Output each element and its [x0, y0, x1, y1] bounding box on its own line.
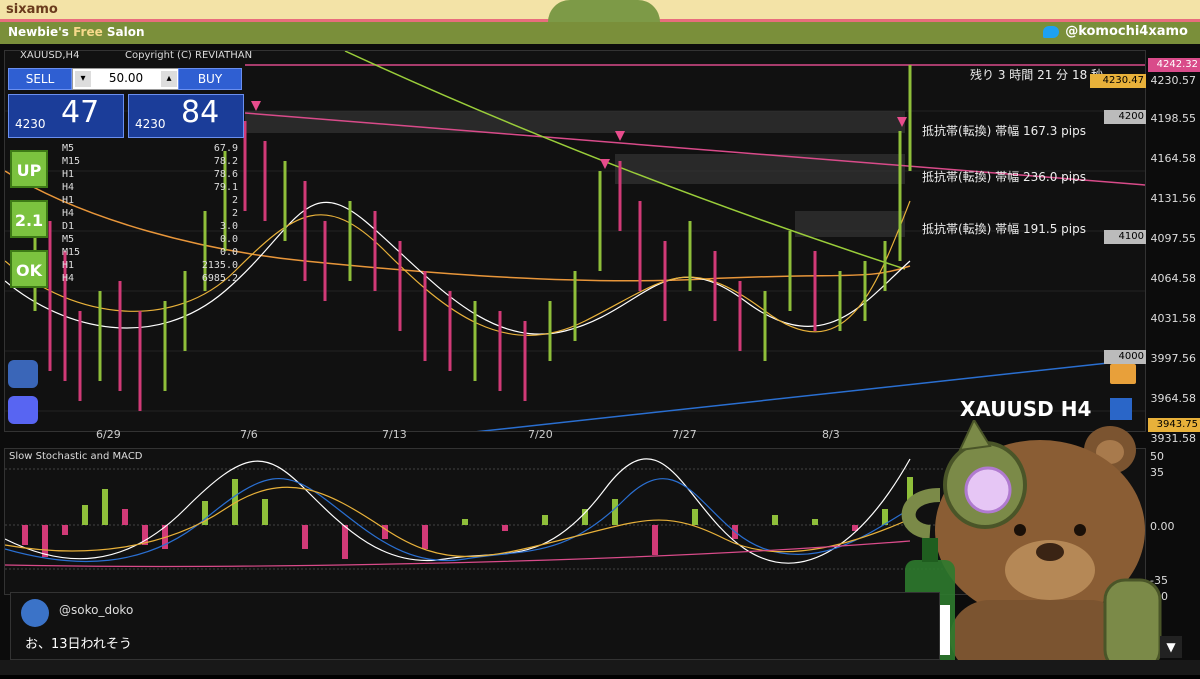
- lot-size-value: 50.00: [108, 71, 144, 85]
- camera-icon[interactable]: [8, 360, 38, 388]
- signal-badge-status: OK: [10, 250, 48, 288]
- time-label: 7/6: [240, 428, 258, 441]
- tf-row: H4 2: [62, 208, 238, 219]
- resistance-band-1: [245, 111, 905, 133]
- price-tag-high: 4242.32: [1148, 58, 1200, 72]
- tf-row: H4 79.1: [62, 182, 238, 193]
- time-label: 7/27: [672, 428, 697, 441]
- resistance-band-2: [615, 154, 905, 184]
- resistance-label-2: 抵抗帯(転換) 帯幅 236.0 pips: [922, 170, 1086, 184]
- lot-increase-button[interactable]: ▴: [161, 71, 177, 87]
- price-level: 4230.57: [1150, 74, 1197, 87]
- discord-icon[interactable]: [8, 396, 38, 424]
- save-icon[interactable]: [1110, 398, 1132, 420]
- sell-quote-pips: 47: [61, 95, 100, 130]
- price-level: 4164.58: [1150, 152, 1197, 165]
- oscillator-title: Slow Stochastic and MACD: [9, 451, 143, 462]
- frog-graphic: [548, 0, 660, 22]
- time-label: 6/29: [96, 428, 121, 441]
- macd-histogram: [22, 477, 913, 559]
- resistance-label-1: 抵抗帯(転換) 帯幅 167.3 pips: [922, 124, 1086, 138]
- price-level: 4031.58: [1150, 312, 1197, 325]
- resistance-band-3: [795, 211, 905, 237]
- price-tag-4100: 4100: [1104, 230, 1146, 244]
- tf-row: H4 6985.2: [62, 273, 238, 284]
- sell-quote[interactable]: 4230 47: [8, 94, 124, 138]
- tf-row: M5 0.0: [62, 234, 238, 245]
- symbol-watermark: XAUUSD H4: [960, 397, 1092, 421]
- buy-quote-prefix: 4230: [135, 117, 166, 131]
- price-level: 4064.58: [1150, 272, 1197, 285]
- price-tag-4000: 4000: [1104, 350, 1146, 364]
- twitter-handle: @komochi4xamo: [1065, 24, 1188, 39]
- subtitle-suffix: Salon: [102, 25, 145, 39]
- sell-button[interactable]: SELL: [8, 68, 72, 90]
- price-level: 4198.55: [1150, 112, 1197, 125]
- buy-button[interactable]: BUY: [178, 68, 242, 90]
- sub-banner: Newbie's Free Salon @komochi4xamo: [0, 22, 1200, 44]
- brand-name: sixamo: [6, 2, 58, 17]
- tf-row: M15 78.2: [62, 156, 238, 167]
- bear-mascot-svg: [901, 417, 1162, 675]
- price-level: 3997.56: [1150, 352, 1197, 365]
- twitter-handle-area: @komochi4xamo: [1043, 24, 1188, 39]
- signal-badge-trend: UP: [10, 150, 48, 188]
- price-tag-current: 4230.47: [1090, 74, 1146, 88]
- buy-quote[interactable]: 4230 84: [128, 94, 244, 138]
- tf-row: H1 2135.0: [62, 260, 238, 271]
- price-level: 4131.56: [1150, 192, 1197, 205]
- countdown-label: 残り 3 時間 21 分 18 秒: [970, 68, 1104, 82]
- time-label: 7/20: [528, 428, 553, 441]
- one-click-trade-panel: SELL ▾ 50.00 ▴ BUY 4230 47 4230 84: [6, 66, 244, 138]
- signal-badges: UP 2.1 OK: [10, 150, 48, 298]
- top-banner: sixamo: [0, 0, 1200, 22]
- price-axis: 4230.57 4198.55 4164.58 4131.56 4097.55 …: [1145, 50, 1200, 450]
- subtitle-highlight: Free: [73, 25, 103, 39]
- price-level: 4097.55: [1150, 232, 1197, 245]
- signal-badge-ratio: 2.1: [10, 200, 48, 238]
- tf-row: M5 67.9: [62, 143, 238, 154]
- lot-decrease-button[interactable]: ▾: [75, 71, 91, 87]
- time-label: 8/3: [822, 428, 840, 441]
- bear-mascot: [900, 417, 1200, 675]
- subtitle-prefix: Newbie's: [8, 25, 74, 39]
- tf-row: H1 2: [62, 195, 238, 206]
- price-level: 3964.58: [1150, 392, 1197, 405]
- chat-avatar: [21, 599, 49, 627]
- sell-quote-prefix: 4230: [15, 117, 46, 131]
- tf-row: D1 3.0: [62, 221, 238, 232]
- tf-row: M15 0.0: [62, 247, 238, 258]
- chevron-down-icon[interactable]: ▼: [1160, 636, 1182, 658]
- symbol-label: XAUUSD,H4: [20, 50, 80, 61]
- resistance-label-3: 抵抗帯(転換) 帯幅 191.5 pips: [922, 222, 1086, 236]
- buy-quote-pips: 84: [181, 95, 220, 130]
- stoch-white: [4, 458, 911, 564]
- timeframe-strength-grid: M5 67.9 M15 78.2 H1 78.6 H4 79.1 H1 2 H4 2 D1 3…: [60, 142, 246, 312]
- price-tag-4200: 4200: [1104, 110, 1146, 124]
- chat-overlay: @soko_doko お、13日われそう: [10, 592, 940, 660]
- time-label: 7/13: [382, 428, 407, 441]
- twitter-bird-icon: [1043, 25, 1060, 38]
- folder-icon[interactable]: [1110, 364, 1136, 384]
- chat-username: @soko_doko: [59, 603, 134, 617]
- status-bar: [0, 660, 1200, 675]
- lot-size-input[interactable]: ▾ 50.00 ▴: [72, 68, 180, 90]
- copyright-label: Copyright (C) REVIATHAN: [125, 50, 253, 61]
- tf-row: H1 78.6: [62, 169, 238, 180]
- stream-subtitle: Newbie's Free Salon: [8, 25, 145, 39]
- chat-message: お、13日われそう: [25, 637, 132, 652]
